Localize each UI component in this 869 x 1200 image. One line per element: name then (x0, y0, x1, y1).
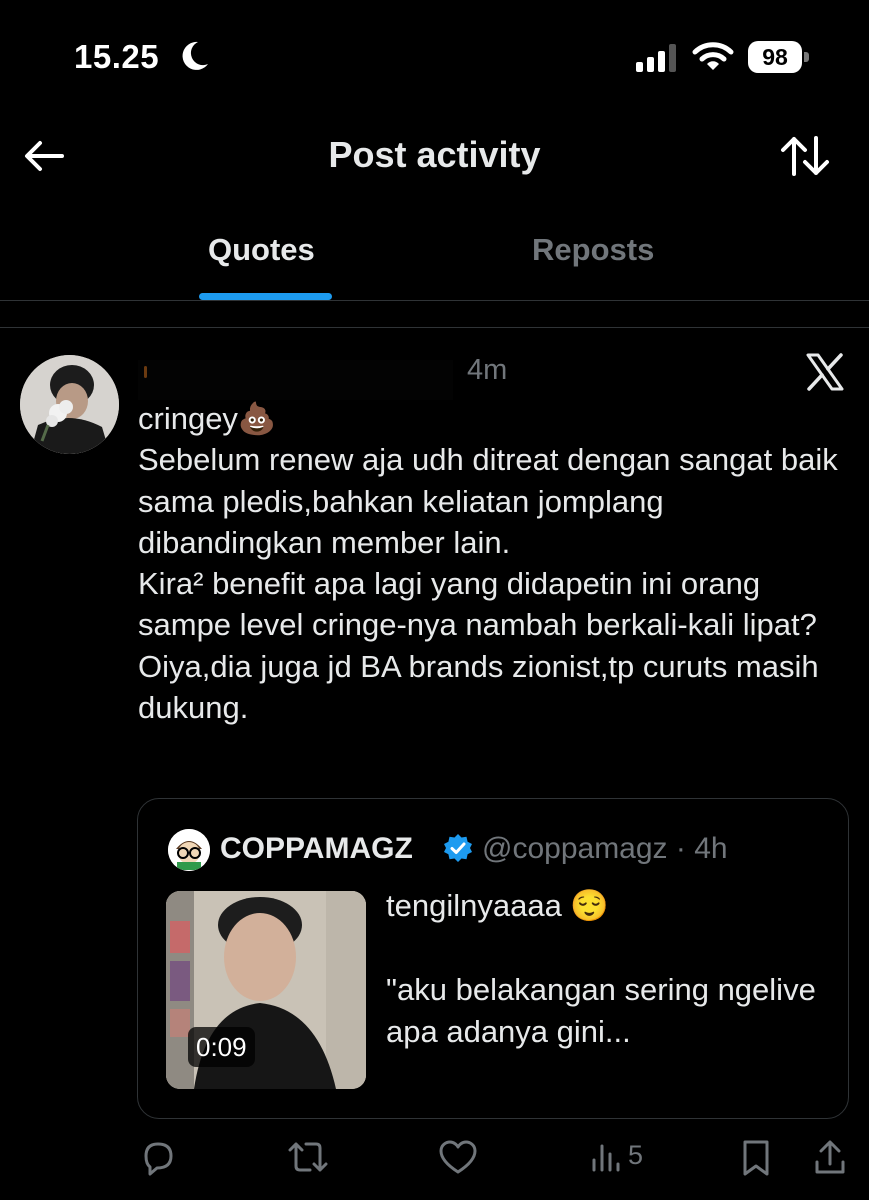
post-timestamp: 4m (467, 354, 508, 386)
video-thumbnail[interactable]: 0:09 (166, 891, 366, 1089)
redaction-artifact (144, 366, 147, 378)
avatar[interactable] (20, 355, 119, 454)
sort-icon[interactable] (780, 134, 830, 178)
quoted-avatar[interactable] (168, 829, 210, 871)
post-text: cringey💩 Sebelum renew aja udh ditreat d… (138, 401, 838, 726)
views-icon (592, 1144, 620, 1172)
redacted-user-name (138, 360, 453, 400)
video-duration: 0:09 (188, 1027, 255, 1067)
views-button[interactable]: 5 (590, 1138, 670, 1178)
like-icon (439, 1140, 477, 1174)
page-title: Post activity (328, 134, 541, 175)
action-bar: 5 (0, 1138, 869, 1188)
tab-reposts[interactable]: Reposts (532, 232, 654, 268)
battery-level: 98 (748, 41, 802, 73)
quoted-post-card[interactable]: COPPAMAGZ @coppamagz · 4h 0:09 tengilnya… (137, 798, 849, 1119)
share-button[interactable] (812, 1138, 848, 1178)
repost-icon (288, 1142, 328, 1172)
active-tab-indicator (199, 293, 332, 300)
battery-tip (804, 52, 809, 62)
coppamagz-logo (168, 829, 210, 871)
moon-icon (182, 41, 208, 70)
x-logo-icon (806, 353, 844, 391)
status-bar: 15.25 98 (0, 0, 869, 110)
reply-icon (144, 1142, 173, 1176)
nav-header: Post activity (0, 110, 869, 200)
signal-icon (636, 44, 676, 72)
quoted-display-name: COPPAMAGZ (220, 832, 413, 865)
view-count: 5 (628, 1140, 644, 1170)
status-time: 15.25 (74, 38, 160, 75)
bookmark-button[interactable] (738, 1138, 774, 1178)
verified-badge-icon (444, 834, 472, 862)
battery-indicator: 98 (748, 41, 810, 73)
repost-button[interactable] (286, 1138, 330, 1178)
reply-button[interactable] (138, 1138, 178, 1178)
tab-bar: Quotes Reposts (0, 210, 869, 302)
quote-post[interactable]: 4m cringey💩 Sebelum renew aja udh ditrea… (0, 330, 869, 1200)
wifi-icon (692, 42, 734, 70)
divider (0, 327, 869, 328)
share-icon (815, 1140, 845, 1174)
tab-quotes[interactable]: Quotes (208, 232, 315, 268)
bookmark-icon (743, 1140, 769, 1176)
like-button[interactable] (438, 1138, 478, 1178)
avatar-photo (20, 355, 119, 454)
quoted-handle-time: @coppamagz · 4h (482, 832, 728, 865)
divider (0, 300, 869, 301)
quoted-text: tengilnyaaaa 😌 "aku belakangan sering ng… (386, 888, 816, 1049)
